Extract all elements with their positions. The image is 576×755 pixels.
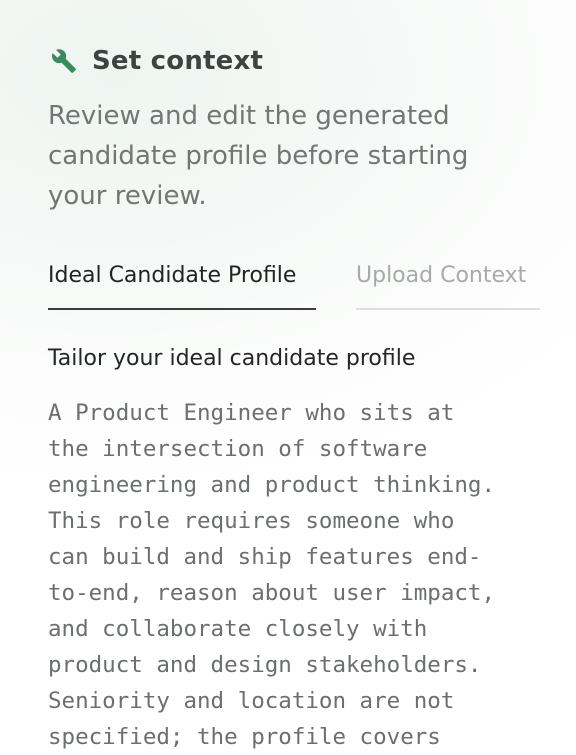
tab-bar: Ideal Candidate Profile Upload Context (48, 252, 540, 310)
panel-description: Review and edit the generated candidate … (48, 101, 469, 211)
panel-title: Set context (92, 46, 264, 76)
profile-textarea[interactable]: A Product Engineer who sits at the inter… (48, 395, 548, 755)
wrench-icon (50, 47, 78, 75)
set-context-panel: Set context Review and edit the generate… (0, 0, 576, 755)
profile-heading: Tailor your ideal candidate profile (48, 346, 416, 371)
panel-header: Set context (50, 42, 263, 80)
tab-ideal-candidate-profile[interactable]: Ideal Candidate Profile (48, 252, 316, 310)
tab-upload-context[interactable]: Upload Context (356, 252, 540, 310)
